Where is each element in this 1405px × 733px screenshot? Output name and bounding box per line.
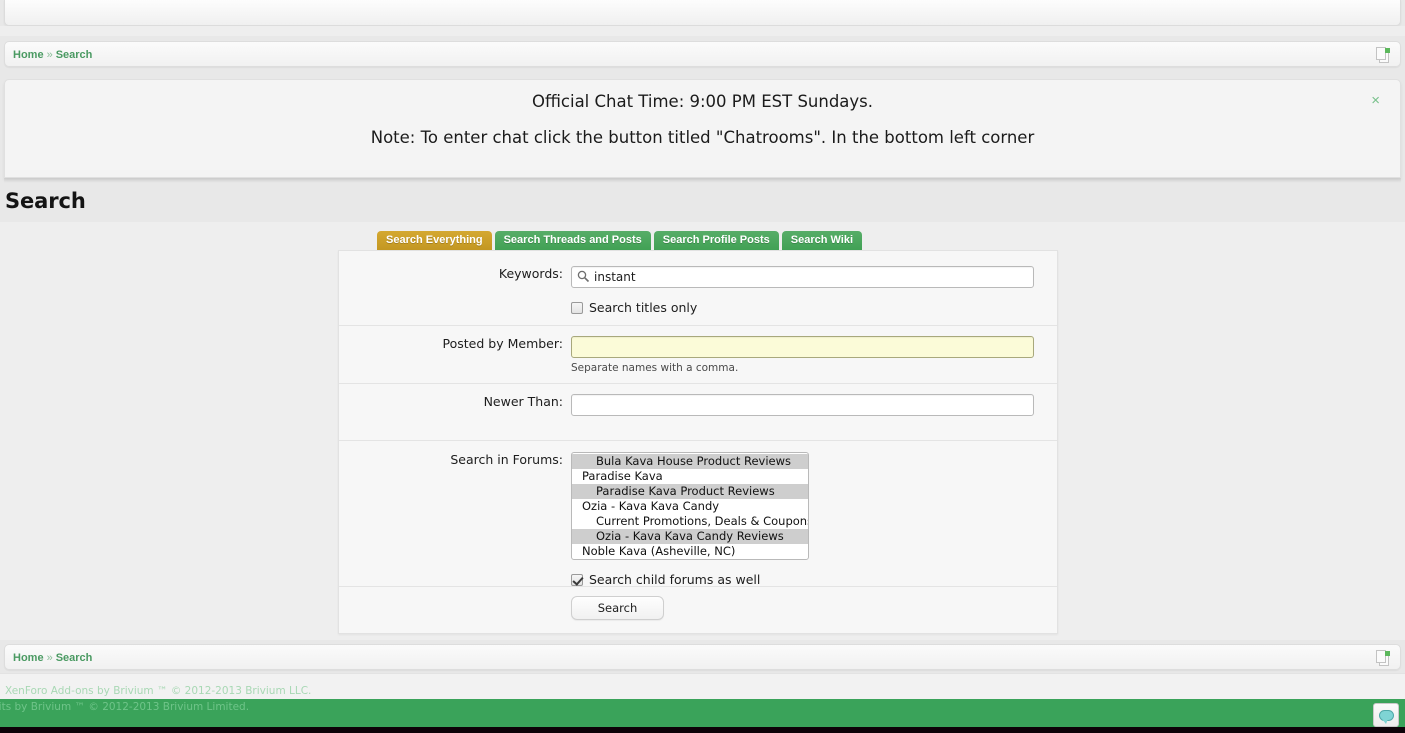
search-titles-only-label: Search titles only bbox=[589, 300, 698, 315]
page-icon-marker-bottom bbox=[1385, 651, 1390, 656]
search-child-forums-label: Search child forums as well bbox=[589, 572, 761, 587]
breadcrumb-separator: » bbox=[46, 49, 53, 61]
top-navigation-bar bbox=[4, 0, 1401, 26]
notice-line-2: Note: To enter chat click the button tit… bbox=[370, 128, 1035, 147]
keywords-label: Keywords: bbox=[498, 266, 563, 281]
notice-line-1: Official Chat Time: 9:00 PM EST Sundays. bbox=[531, 92, 874, 111]
forum-option[interactable]: Ozia - Kava Kava Candy Reviews bbox=[572, 529, 808, 544]
top-spacer bbox=[0, 26, 1405, 36]
search-titles-only-checkbox[interactable] bbox=[571, 301, 583, 314]
chat-button[interactable] bbox=[1373, 703, 1399, 727]
search-form-panel: Keywords: Search titles only Posted by M… bbox=[338, 250, 1058, 634]
page-title: Search bbox=[5, 189, 86, 213]
forum-option[interactable]: Ozia - Kava Kava Candy bbox=[572, 499, 808, 514]
breadcrumb-current-link[interactable]: Search bbox=[56, 49, 93, 61]
chat-bubble-icon bbox=[1378, 709, 1394, 724]
member-label: Posted by Member: bbox=[442, 336, 563, 351]
breadcrumb-bottom-separator: » bbox=[46, 652, 53, 664]
forum-option[interactable]: Noble Kava (Asheville, NC) bbox=[572, 544, 808, 559]
child-forums-row: Search child forums as well bbox=[571, 572, 1057, 587]
forum-option[interactable]: Bula Kava House Product Reviews bbox=[572, 454, 808, 469]
keywords-input[interactable] bbox=[571, 266, 1034, 288]
bottom-black-bar bbox=[0, 727, 1405, 733]
breadcrumb-bottom: Home» Search bbox=[13, 645, 92, 671]
search-child-forums-checkbox[interactable] bbox=[571, 573, 583, 586]
breadcrumb-home-link[interactable]: Home bbox=[13, 49, 44, 61]
tab-search-wiki[interactable]: Search Wiki bbox=[781, 231, 863, 250]
breadcrumb: Home» Search bbox=[13, 42, 92, 68]
search-submit-button[interactable]: Search bbox=[571, 596, 664, 620]
forum-option[interactable]: Current Promotions, Deals & Coupons bbox=[572, 514, 808, 529]
close-icon[interactable]: × bbox=[1371, 93, 1380, 108]
jump-to-page-icon-bottom[interactable] bbox=[1376, 650, 1390, 666]
breadcrumb-bottom-current-link[interactable]: Search bbox=[56, 652, 93, 664]
form-row-submit: Search bbox=[339, 587, 1057, 633]
footer-credit-green: dits by Brivium ™ © 2012-2013 Brivium Li… bbox=[0, 701, 250, 713]
breadcrumb-bar-bottom: Home» Search bbox=[4, 644, 1401, 670]
posted-by-member-input[interactable] bbox=[571, 336, 1034, 358]
form-row-newer-than: Newer Than: bbox=[339, 384, 1057, 441]
breadcrumb-bar-top: Home» Search bbox=[4, 41, 1401, 67]
notice-shadow bbox=[4, 178, 1401, 183]
newer-than-input[interactable] bbox=[571, 394, 1034, 416]
titles-only-row: Search titles only bbox=[571, 300, 1057, 315]
tab-search-profile-posts[interactable]: Search Profile Posts bbox=[653, 231, 779, 250]
forum-option[interactable]: Paradise Kava bbox=[572, 469, 808, 484]
search-in-forums-label: Search in Forums: bbox=[450, 452, 563, 467]
form-row-forums: Search in Forums: Bula Kava House Produc… bbox=[339, 441, 1057, 587]
form-row-member: Posted by Member: Separate names with a … bbox=[339, 326, 1057, 384]
tab-search-everything[interactable]: Search Everything bbox=[377, 231, 492, 250]
search-tabs: Search Everything Search Threads and Pos… bbox=[377, 231, 863, 250]
forum-multiselect[interactable]: Bula Kava House Product Reviews Paradise … bbox=[571, 452, 809, 560]
tab-search-threads-and-posts[interactable]: Search Threads and Posts bbox=[494, 231, 651, 250]
page-icon-marker bbox=[1385, 48, 1390, 53]
jump-to-page-icon[interactable] bbox=[1376, 47, 1390, 63]
footer-credit-top: XenForo Add-ons by Brivium ™ © 2012-2013… bbox=[5, 685, 312, 697]
forum-option[interactable]: Paradise Kava Product Reviews bbox=[572, 484, 808, 499]
newer-than-label: Newer Than: bbox=[483, 394, 563, 409]
site-notice: Official Chat Time: 9:00 PM EST Sundays.… bbox=[4, 79, 1401, 178]
breadcrumb-bottom-home-link[interactable]: Home bbox=[13, 652, 44, 664]
member-hint: Separate names with a comma. bbox=[571, 362, 739, 374]
form-row-keywords: Keywords: Search titles only bbox=[339, 251, 1057, 326]
